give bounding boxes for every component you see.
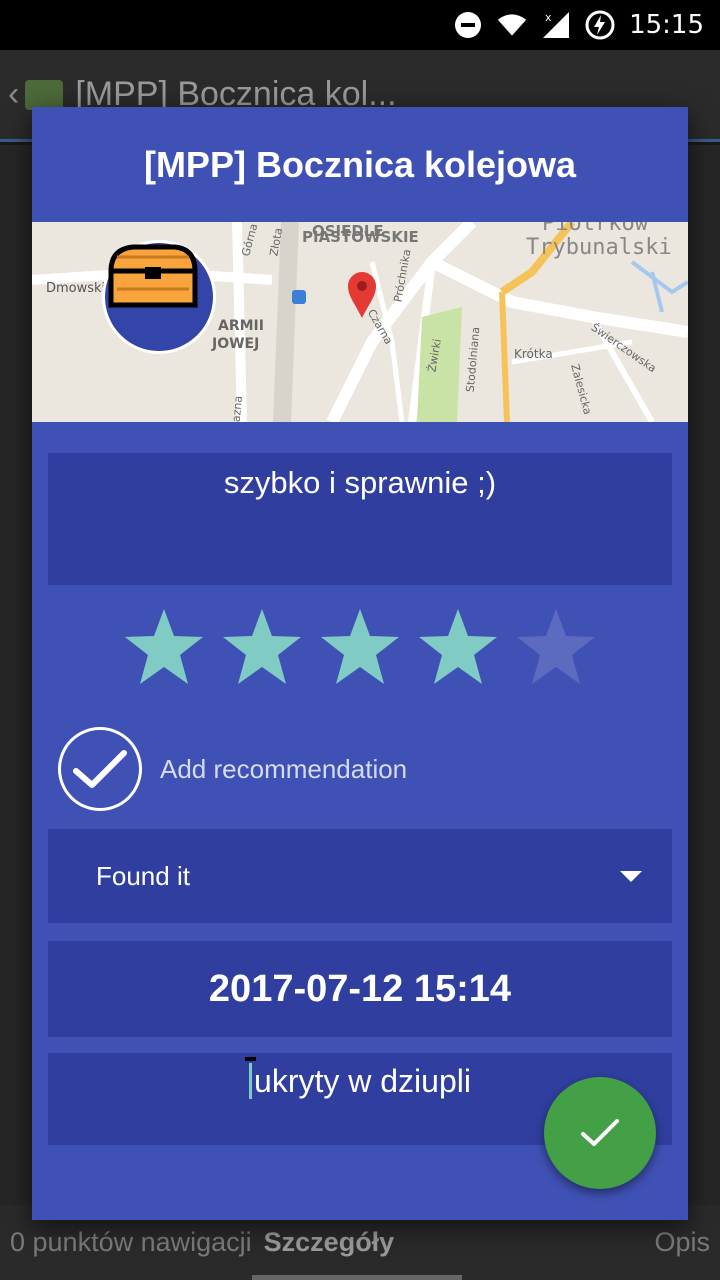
signal-icon: x <box>541 10 571 40</box>
star-icon[interactable] <box>319 607 401 689</box>
dropdown-arrow-icon <box>620 870 642 882</box>
treasure-chest-icon <box>102 240 216 354</box>
log-note-text: ukryty w dziupli <box>254 1063 471 1099</box>
status-time: 15:15 <box>629 10 704 40</box>
map-label-piastowskie: PIASTOWSKIE <box>302 228 419 246</box>
log-comment-field[interactable]: szybko i sprawnie ;) <box>48 453 672 585</box>
log-comment-text: szybko i sprawnie ;) <box>223 465 497 500</box>
map-label-azna: azna <box>230 395 245 422</box>
log-date-value: 2017-07-12 15:14 <box>208 967 512 1010</box>
checkmark-circle-icon[interactable] <box>58 727 142 811</box>
dnd-icon <box>453 10 483 40</box>
star-icon[interactable] <box>123 607 205 689</box>
map-label-krajowej: JOWEJ <box>211 336 259 352</box>
status-bar: x 15:15 <box>0 0 720 50</box>
map-label-trybunalski: Trybunalski <box>526 235 672 260</box>
wifi-icon <box>497 10 527 40</box>
recommendation-label: Add recommendation <box>160 753 408 784</box>
text-cursor <box>245 1057 257 1099</box>
rating-stars[interactable] <box>32 607 688 697</box>
tab-indicator <box>252 1275 462 1280</box>
map-label-piotrkow: Piotrków <box>542 222 649 236</box>
map-label-krotka: Krótka <box>514 347 553 361</box>
map-label-dmowski: Dmowski <box>46 281 105 296</box>
map-label-armii: ARMII <box>218 318 264 334</box>
cache-type-icon <box>25 79 64 110</box>
log-type-value: Found it <box>96 860 190 891</box>
star-icon[interactable] <box>417 607 499 689</box>
transit-stop-icon <box>292 290 306 304</box>
star-icon[interactable] <box>515 607 597 689</box>
log-dialog: [MPP] Bocznica kolejowa OSIEDLE PIASTOWS… <box>32 107 688 1220</box>
recommendation-toggle[interactable]: Add recommendation <box>58 727 407 811</box>
log-type-dropdown[interactable]: Found it <box>48 829 672 923</box>
log-date-field[interactable]: 2017-07-12 15:14 <box>48 941 672 1037</box>
star-icon[interactable] <box>221 607 303 689</box>
check-icon <box>581 1119 619 1146</box>
battery-charging-icon <box>585 10 615 40</box>
submit-log-button[interactable] <box>544 1077 656 1189</box>
tab-details: Szczegóły <box>263 1227 395 1257</box>
svg-text:x: x <box>545 11 552 24</box>
back-chevron-icon: ‹ <box>8 75 20 113</box>
cache-map[interactable]: OSIEDLE PIASTOWSKIE Piotrków Trybunalski… <box>32 222 688 422</box>
dialog-title: [MPP] Bocznica kolejowa <box>143 143 577 185</box>
tab-waypoints: 0 punktów nawigacji <box>10 1227 252 1257</box>
tab-description: Opis <box>654 1227 710 1257</box>
